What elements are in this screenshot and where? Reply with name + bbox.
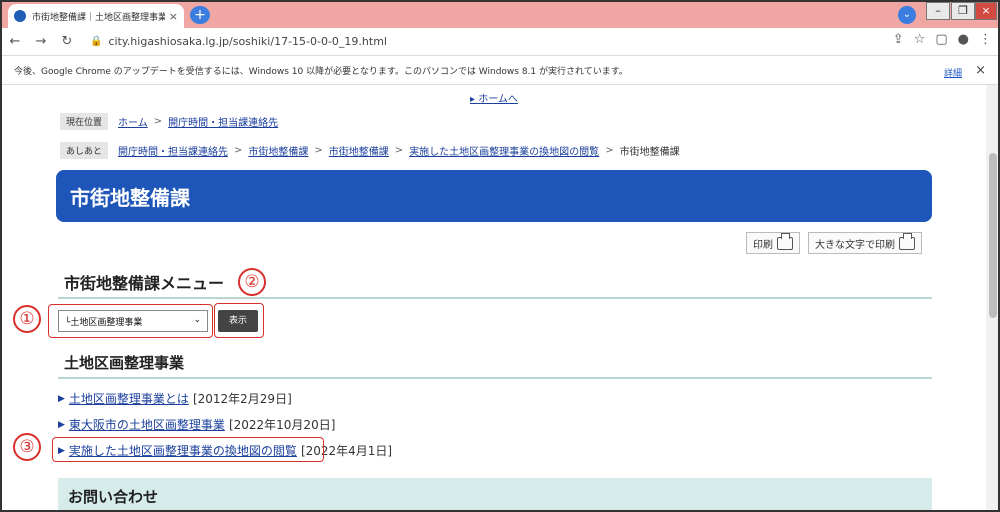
trail-link-dept-2[interactable]: 市街地整備課 [329,143,389,158]
tab-close-icon[interactable]: × [169,10,178,23]
divider [58,377,932,379]
browser-toolbar: ← → ↻ 🔒 city.higashiosaka.lg.jp/soshiki/… [0,28,1000,56]
trail-link-map-viewing[interactable]: 実施した土地区画整理事業の換地図の閲覧 [409,143,599,158]
window-close-button[interactable]: × [975,2,997,20]
profile-icon[interactable]: ● [958,32,969,47]
printer-icon [899,232,915,250]
update-details-link[interactable]: 詳細 [944,66,962,79]
triangle-bullet-icon: ▶ [58,393,65,404]
trail-breadcrumb: あしあと 開庁時間・担当課連絡先 > 市街地整備課 > 市街地整備課 > 実施し… [60,142,680,159]
window-maximize-button[interactable]: ❐ [951,2,975,20]
new-tab-button[interactable]: + [190,6,210,24]
menu-icon[interactable]: ⋮ [979,32,992,47]
current-location-tag: 現在位置 [60,113,109,130]
article-link[interactable]: 土地区画整理事業とは [69,390,189,407]
infobar-close-icon[interactable]: × [975,63,986,78]
browser-tab[interactable]: 市街地整備課｜土地区画整理事業 × [8,4,184,28]
article-date: [2012年2月29日] [192,392,292,406]
breadcrumb-separator: > [605,145,614,156]
tab-search-icon[interactable]: ⌄ [898,6,916,24]
home-link-label: ホームへ [478,94,518,105]
annotation-number-2: ② [238,268,266,296]
printer-icon [777,232,793,250]
breadcrumb-separator: > [314,145,323,156]
breadcrumb-separator: > [394,145,404,156]
department-title-banner: 市街地整備課 [56,170,932,222]
site-favicon-icon [14,10,26,22]
trail-link-dept-1[interactable]: 市街地整備課 [248,143,308,158]
forward-icon[interactable]: → [30,34,52,49]
divider [58,297,932,299]
bookmark-star-icon[interactable]: ☆ [914,32,926,47]
browser-titlebar: 市街地整備課｜土地区画整理事業 × + ⌄ – ❐ × [0,0,1000,28]
current-location-breadcrumb: 現在位置 ホーム > 開庁時間・担当課連絡先 [60,113,278,130]
update-notice-text: 今後、Google Chrome のアップデートを受信するには、Windows … [14,67,628,77]
contact-title: お問い合わせ [68,488,159,506]
annotation-box-select [48,304,213,338]
section-title: 土地区画整理事業 [64,354,185,372]
print-label: 印刷 [753,239,773,251]
trail-link-contacts[interactable]: 開庁時間・担当課連絡先 [118,143,228,158]
breadcrumb-home-link[interactable]: ホーム [118,114,148,129]
annotation-box-link [52,437,324,462]
print-button[interactable]: 印刷 [746,232,800,254]
update-infobar: 今後、Google Chrome のアップデートを受信するには、Windows … [0,57,1000,85]
annotation-number-3: ③ [13,433,41,461]
breadcrumb-contacts-link[interactable]: 開庁時間・担当課連絡先 [168,114,278,129]
trail-current: 市街地整備課 [619,147,680,158]
annotation-box-show-button [214,303,264,338]
contact-section: お問い合わせ [58,478,932,512]
lock-icon[interactable]: 🔒 [90,36,102,47]
scrollbar-thumb[interactable] [989,153,997,318]
breadcrumb-separator: > [153,116,163,127]
back-icon[interactable]: ← [4,34,26,49]
large-print-label: 大きな文字で印刷 [815,239,895,251]
side-panel-icon[interactable]: ▢ [935,32,947,47]
list-item: ▶ 土地区画整理事業とは [2012年2月29日] [58,390,292,407]
share-icon[interactable]: ⇪ [893,32,904,47]
menu-title: 市街地整備課メニュー [64,274,225,293]
triangle-bullet-icon: ▶ [58,419,65,430]
article-link[interactable]: 東大阪市の土地区画整理事業 [69,416,225,433]
address-bar[interactable]: city.higashiosaka.lg.jp/soshiki/17-15-0-… [108,35,387,48]
tab-title: 市街地整備課｜土地区画整理事業 [32,12,165,23]
large-print-button[interactable]: 大きな文字で印刷 [808,232,922,254]
window-minimize-button[interactable]: – [926,2,950,20]
annotation-number-1: ① [13,305,41,333]
list-item: ▶ 東大阪市の土地区画整理事業 [2022年10月20日] [58,416,335,433]
home-link[interactable]: ▸ ホームへ [470,90,518,105]
article-date: [2022年10月20日] [228,418,336,432]
reload-icon[interactable]: ↻ [56,34,78,49]
page-scrollbar[interactable] [986,85,1000,512]
trail-tag: あしあと [60,142,109,159]
breadcrumb-separator: > [234,145,243,156]
